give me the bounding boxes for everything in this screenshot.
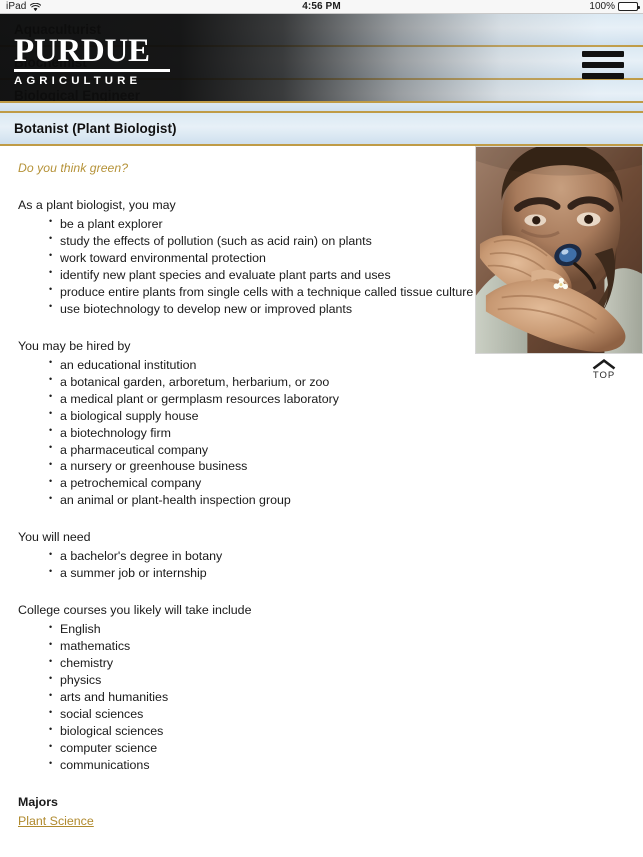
section-heading: College courses you likely will take inc… bbox=[18, 603, 252, 618]
status-bar-clock: 4:56 PM bbox=[302, 1, 341, 12]
list-item: a biotechnology firm bbox=[49, 424, 629, 442]
list-item: a biological supply house bbox=[49, 407, 629, 425]
majors-heading: Majors bbox=[18, 795, 58, 810]
list-item: an educational institution bbox=[49, 356, 629, 374]
site-header: PURDUE AGRICULTURE bbox=[0, 14, 643, 103]
list-item: English bbox=[49, 621, 629, 638]
list-item: mathematics bbox=[49, 638, 629, 655]
list-item: computer science bbox=[49, 740, 629, 757]
battery-percent-label: 100% bbox=[589, 1, 615, 12]
list-item: communications bbox=[49, 757, 629, 774]
list-item: produce entire plants from single cells … bbox=[49, 283, 629, 301]
list-item: a medical plant or germplasm resources l… bbox=[49, 390, 629, 408]
list-item: a bachelor's degree in botany bbox=[49, 548, 629, 565]
section-list: an educational institution a botanical g… bbox=[18, 356, 629, 510]
list-item: identify new plant species and evaluate … bbox=[49, 266, 629, 284]
major-link-plant-science[interactable]: Plant Science bbox=[18, 813, 94, 830]
list-item: biological sciences bbox=[49, 723, 629, 740]
section-list: be a plant explorer study the effects of… bbox=[18, 215, 629, 318]
list-item: physics bbox=[49, 672, 629, 689]
article-body: TOP Do you think green? As a plant biolo… bbox=[0, 146, 643, 857]
logo-wordmark: PURDUE bbox=[14, 33, 150, 69]
career-entry-botanist: Botanist (Plant Biologist) TOP Do you th… bbox=[0, 113, 643, 857]
logo-subtitle: AGRICULTURE bbox=[14, 75, 142, 88]
list-item: social sciences bbox=[49, 706, 629, 723]
list-item: chemistry bbox=[49, 655, 629, 672]
status-bar-right: 100% bbox=[589, 1, 640, 12]
hamburger-menu-icon[interactable] bbox=[582, 51, 624, 79]
ios-status-bar: iPad 4:56 PM 100% bbox=[0, 0, 643, 14]
ipad-screen: iPad 4:56 PM 100% Aquaculturist Biochemi… bbox=[0, 0, 643, 857]
page-scroll-body[interactable]: Aquaculturist Biochemist Biological Engi… bbox=[0, 14, 643, 857]
career-entry-header-botanist[interactable]: Botanist (Plant Biologist) bbox=[0, 113, 643, 146]
list-item: an animal or plant-health inspection gro… bbox=[49, 492, 629, 509]
section-list: English mathematics chemistry physics ar… bbox=[18, 621, 629, 774]
section-list: a bachelor's degree in botany a summer j… bbox=[18, 548, 629, 582]
list-item: study the effects of pollution (such as … bbox=[49, 232, 629, 250]
section-heading: You will need bbox=[18, 530, 91, 545]
list-item: a pharmaceutical company bbox=[49, 441, 629, 459]
page-title: Botanist (Plant Biologist) bbox=[14, 121, 177, 136]
list-item: be a plant explorer bbox=[49, 215, 629, 233]
purdue-agriculture-logo[interactable]: PURDUE AGRICULTURE bbox=[14, 33, 172, 88]
list-item: a summer job or internship bbox=[49, 565, 629, 582]
list-item: a botanical garden, arboretum, herbarium… bbox=[49, 373, 629, 391]
logo-divider-rule bbox=[14, 69, 170, 73]
list-item: a petrochemical company bbox=[49, 475, 629, 492]
list-item: arts and humanities bbox=[49, 689, 629, 706]
list-item: use biotechnology to develop new or impr… bbox=[49, 300, 629, 318]
list-item: a nursery or greenhouse business bbox=[49, 458, 629, 475]
battery-full-icon bbox=[618, 2, 640, 11]
list-item: work toward environmental protection bbox=[49, 249, 629, 267]
